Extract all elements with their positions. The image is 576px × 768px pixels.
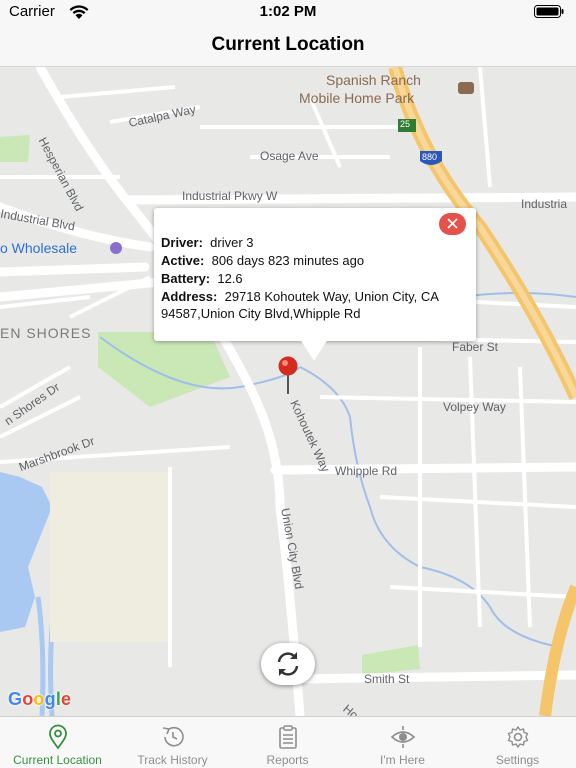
driver-value: driver 3 [210, 235, 254, 250]
tab-bar: Current Location Track History Reports I… [0, 716, 576, 768]
map-label-volpey: Volpey Way [443, 400, 506, 414]
navigation-bar: Current Location [0, 24, 576, 67]
active-row: Active: 806 days 823 minutes ago [161, 252, 468, 269]
map-pin-icon[interactable] [277, 356, 299, 394]
tab-label: I'm Here [380, 753, 425, 767]
map-label-wholesale: o Wholesale [0, 240, 78, 256]
clipboard-icon [279, 725, 297, 749]
map-label-faber: Faber St [452, 340, 499, 354]
map-label-shores: EN SHORES [0, 325, 92, 341]
address-label: Address: [161, 289, 218, 304]
eye-target-icon [390, 726, 416, 748]
driver-label: Driver: [161, 235, 203, 250]
driver-row: Driver: driver 3 [161, 234, 468, 251]
refresh-icon [277, 652, 299, 676]
map-label-smith: Smith St [364, 672, 410, 686]
battery-row: Battery: 12.6 [161, 270, 468, 287]
status-bar: Carrier 1:02 PM [0, 0, 576, 24]
google-letter: o [22, 689, 34, 709]
tab-label: Reports [266, 753, 309, 767]
page-title: Current Location [211, 34, 365, 55]
google-logo: Google [8, 689, 71, 710]
callout-tail [300, 339, 328, 361]
map-label-industrial-pkwy: Industrial Pkwy W [182, 189, 278, 203]
google-letter: g [44, 689, 56, 709]
google-letter: G [8, 689, 23, 709]
tab-settings[interactable]: Settings [460, 717, 575, 768]
tab-current-location[interactable]: Current Location [0, 717, 115, 768]
history-icon [162, 726, 184, 747]
route-880-shield: 880 [422, 152, 438, 162]
map-label-whipple: Whipple Rd [335, 464, 398, 478]
battery-icon [534, 5, 564, 18]
battery-label: Battery: [161, 271, 211, 286]
tab-label: Settings [495, 753, 540, 767]
tab-label: Current Location [13, 753, 102, 767]
driver-info-callout: Driver: driver 3 Active: 806 days 823 mi… [154, 208, 476, 361]
battery-value: 12.6 [217, 271, 243, 286]
refresh-button[interactable] [261, 643, 315, 685]
clock: 1:02 PM [259, 3, 317, 20]
map-label-mobile-home-park: Mobile Home Park [299, 90, 415, 106]
google-letter: e [61, 689, 72, 709]
tab-reports[interactable]: Reports [230, 717, 345, 768]
close-icon [447, 218, 458, 229]
location-pin-icon [49, 724, 67, 750]
tab-track-history[interactable]: Track History [115, 717, 230, 768]
map-label-osage: Osage Ave [260, 149, 319, 163]
tab-im-here[interactable]: I'm Here [345, 717, 460, 768]
close-callout-button[interactable] [439, 213, 466, 235]
tab-label: Track History [137, 753, 208, 767]
google-letter: o [33, 689, 45, 709]
address-row: Address: 29718 Kohoutek Way, Union City,… [161, 288, 468, 322]
map-label-industrial-right: Industria [521, 197, 568, 211]
map-label-spanish-ranch: Spanish Ranch [326, 72, 421, 88]
active-label: Active: [161, 253, 205, 268]
gear-icon [507, 726, 529, 748]
route-25-shield: 25 [400, 119, 411, 129]
active-value: 806 days 823 minutes ago [211, 253, 365, 268]
